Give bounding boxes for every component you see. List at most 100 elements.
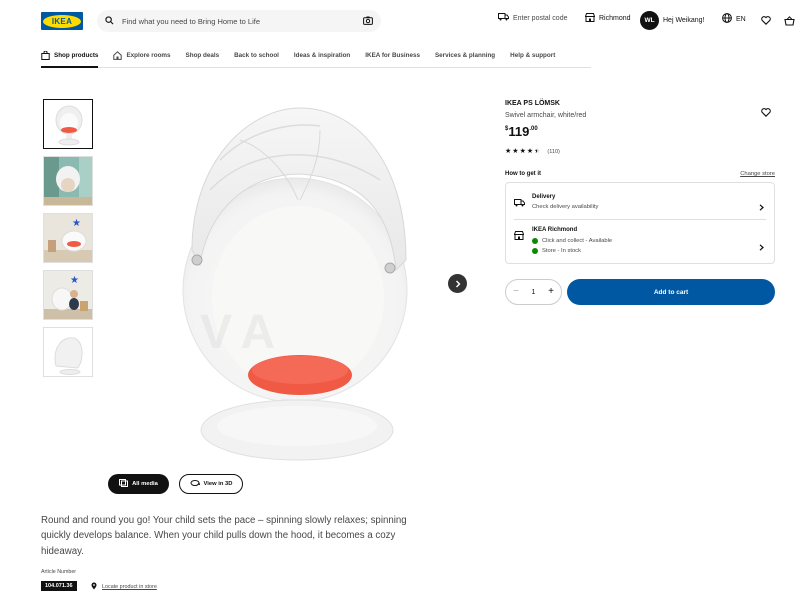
status-dot: [532, 248, 538, 254]
logo-text: IKEA: [51, 16, 73, 26]
thumbnail-5[interactable]: [43, 327, 93, 377]
nav-services-planning[interactable]: Services & planning: [435, 46, 495, 68]
ikea-logo[interactable]: IKEA: [41, 12, 83, 30]
locate-label: Locate product in store: [102, 584, 157, 590]
delivery-subtitle: Check delivery availability: [532, 204, 599, 210]
add-to-cart-button[interactable]: Add to cart: [567, 279, 775, 305]
thumbnail-2[interactable]: [43, 156, 93, 206]
store-stock-label: Store - In stock: [542, 248, 581, 254]
thumbnail-3[interactable]: ★: [43, 213, 93, 263]
star-icon: ★: [526, 148, 534, 155]
camera-icon[interactable]: [363, 12, 373, 30]
product-subtitle: Swivel armchair, white/red: [505, 112, 587, 119]
store-availability-row[interactable]: IKEA Richmond Click and collect - Availa…: [506, 220, 774, 264]
increase-quantity-button[interactable]: +: [548, 287, 554, 297]
account-link[interactable]: WL Hej Weikang!: [640, 11, 705, 30]
nav-label: Explore rooms: [126, 52, 171, 59]
all-media-label: All media: [132, 481, 158, 487]
nav-label: Shop deals: [185, 52, 220, 59]
store-icon: [513, 227, 525, 245]
search-icon: [105, 12, 114, 30]
locate-in-store-link[interactable]: Locate product in store: [91, 582, 157, 592]
rating[interactable]: ★ ★ ★ ★ ★ (110): [505, 148, 560, 155]
decrease-quantity-button[interactable]: −: [513, 287, 519, 297]
click-collect-label: Click and collect - Available: [542, 238, 613, 244]
review-count: (110): [547, 148, 560, 155]
greeting: Hej Weikang!: [663, 17, 705, 24]
nav-shop-products[interactable]: Shop products: [41, 46, 99, 68]
search-input[interactable]: [122, 16, 363, 26]
star-rating: ★ ★ ★ ★ ★: [505, 148, 541, 155]
price-decimal: .00: [529, 126, 538, 132]
search-bar[interactable]: [97, 10, 381, 32]
thumbnail-1[interactable]: [43, 99, 93, 149]
postal-label: Enter postal code: [513, 14, 568, 22]
half-star-icon: ★: [534, 148, 541, 155]
map-pin-icon: [91, 582, 97, 592]
avatar-initials: WL: [644, 17, 655, 24]
price-integer: 119: [508, 124, 530, 139]
availability-box: Delivery Check delivery availability IKE…: [505, 182, 775, 264]
add-to-wishlist-button[interactable]: [761, 104, 771, 122]
add-to-cart-label: Add to cart: [653, 288, 689, 296]
svg-text:★: ★: [72, 218, 81, 229]
nav-label: Services & planning: [434, 52, 496, 59]
shopping-bag-icon: [41, 50, 54, 62]
postal-code-link[interactable]: Enter postal code: [498, 13, 567, 23]
delivery-row[interactable]: Delivery Check delivery availability: [506, 183, 774, 219]
main-nav: Shop products Explore rooms Shop deals B…: [41, 46, 591, 68]
store-title: IKEA Richmond: [532, 227, 578, 233]
store-label: Richmond: [599, 15, 631, 22]
svg-text:★: ★: [70, 275, 79, 286]
language-selector[interactable]: EN: [722, 13, 746, 25]
heart-icon: [761, 16, 775, 27]
house-icon: [113, 51, 126, 62]
cart-button[interactable]: [784, 16, 799, 28]
nav-back-to-school[interactable]: Back to school: [234, 46, 279, 68]
view-in-3d-button[interactable]: View in 3D: [179, 474, 243, 494]
status-dot: [532, 238, 538, 244]
change-store-link[interactable]: Change store: [740, 171, 775, 177]
nav-label: Help & support: [510, 52, 556, 59]
nav-ikea-for-business[interactable]: IKEA for Business: [365, 46, 420, 68]
gallery-icon: [119, 479, 132, 489]
truck-icon: [498, 13, 513, 23]
nav-label: IKEA for Business: [365, 52, 420, 59]
view-3d-label: View in 3D: [203, 481, 233, 487]
nav-help-support[interactable]: Help & support: [510, 46, 555, 68]
product-name: IKEA PS LÖMSK: [505, 100, 560, 107]
store-link[interactable]: Richmond: [584, 13, 631, 24]
language-label: EN: [736, 15, 746, 23]
wishlist-button[interactable]: [761, 16, 775, 27]
nav-label: Back to school: [234, 52, 279, 59]
rotate-3d-icon: [190, 479, 204, 489]
price: $ 119 .00: [505, 124, 538, 139]
nav-explore-rooms[interactable]: Explore rooms: [113, 46, 171, 68]
heart-icon: [761, 104, 771, 121]
article-number-label: Article Number: [41, 569, 77, 575]
star-icon: ★: [512, 148, 519, 155]
product-description: Round and round you go! Your child sets …: [41, 515, 407, 557]
basket-icon: [784, 16, 799, 28]
click-collect-status: Click and collect - Available: [532, 238, 612, 244]
main-product-image: [170, 100, 420, 470]
how-to-get-it-heading: How to get it: [505, 171, 541, 177]
store-icon: [584, 13, 599, 24]
globe-icon: [722, 13, 736, 25]
chevron-right-icon: [759, 198, 764, 216]
all-media-button[interactable]: All media: [108, 474, 169, 494]
nav-shop-deals[interactable]: Shop deals: [186, 46, 220, 68]
star-icon: ★: [505, 148, 512, 155]
store-stock-status: Store - In stock: [532, 248, 581, 254]
article-number: 104.071.36: [41, 581, 77, 591]
carousel-next-button[interactable]: [448, 274, 467, 293]
nav-label: Ideas & inspiration: [293, 52, 351, 59]
nav-ideas-inspiration[interactable]: Ideas & inspiration: [294, 46, 350, 68]
chevron-right-icon: [455, 275, 461, 293]
thumbnail-4[interactable]: ★: [43, 270, 93, 320]
nav-label: Shop products: [54, 52, 99, 59]
chevron-right-icon: [759, 238, 764, 256]
avatar: WL: [640, 11, 659, 30]
quantity-value[interactable]: 1: [532, 289, 536, 296]
truck-icon: [514, 194, 525, 212]
